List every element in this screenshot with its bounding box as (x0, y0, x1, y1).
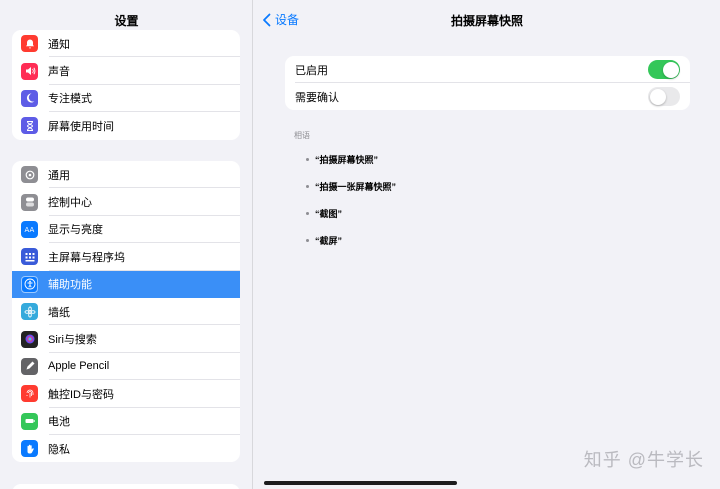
sidebar-item-general[interactable]: 通用 (12, 161, 240, 189)
moon-icon (21, 89, 38, 107)
sidebar-item-wallpaper[interactable]: 墙纸 (12, 298, 240, 326)
grid-icon (21, 248, 38, 266)
confirm-toggle[interactable] (648, 87, 680, 106)
sidebar-item-control-center[interactable]: 控制中心 (12, 188, 240, 217)
sidebar: 设置 通知 声音 专注模式 屏幕使用时间 通用 控制中心 AA 显示与亮度 主屏… (0, 0, 253, 489)
phrase-text: “截屏” (315, 236, 343, 246)
speaker-icon (21, 62, 38, 80)
phrases-header: 相语 (294, 131, 310, 140)
sidebar-item-label: 通用 (48, 169, 70, 182)
sidebar-item-label: 控制中心 (48, 197, 92, 210)
sidebar-item-label: 通知 (48, 38, 70, 51)
gear-icon (21, 166, 38, 184)
sidebar-item-label: 专注模式 (48, 93, 92, 106)
sidebar-item-home-screen[interactable]: 主屏幕与程序坞 (12, 243, 240, 271)
siri-icon (21, 330, 38, 348)
sidebar-title: 设置 (114, 14, 139, 28)
watermark: 知乎 @牛学长 (583, 450, 704, 470)
sidebar-item-label: Siri与搜索 (48, 334, 97, 347)
sidebar-item-label: 主屏幕与程序坞 (48, 251, 125, 264)
pencil-icon (21, 357, 38, 375)
phrase-text: “拍摄一张屏幕快照” (315, 182, 397, 192)
detail-pane: 设备 拍摄屏幕快照 已启用 需要确认 相语 “拍摄屏幕快照” “拍摄一张屏幕快照… (254, 0, 720, 489)
flower-icon (21, 303, 38, 321)
sidebar-item-display[interactable]: AA 显示与亮度 (12, 216, 240, 244)
settings-group-1: 通知 声音 专注模式 屏幕使用时间 (12, 30, 240, 140)
phrase-item: “截屏” (306, 234, 342, 247)
enabled-toggle[interactable] (648, 60, 680, 79)
bullet-icon (306, 239, 309, 242)
settings-group-2: 通用 控制中心 AA 显示与亮度 主屏幕与程序坞 辅助功能 墙纸 Siri与搜索… (12, 161, 240, 463)
battery-icon (21, 412, 38, 430)
toggle-knob (649, 88, 666, 105)
sidebar-item-focus[interactable]: 专注模式 (12, 85, 240, 113)
accessibility-icon (21, 275, 38, 293)
sidebar-item-label: 辅助功能 (48, 279, 92, 292)
sidebar-item-sounds[interactable]: 声音 (12, 57, 240, 86)
hand-icon (21, 440, 38, 458)
enabled-row: 已启用 (285, 56, 690, 83)
sidebar-item-label: 屏幕使用时间 (48, 120, 114, 133)
text-size-icon: AA (21, 220, 38, 238)
home-indicator[interactable] (264, 481, 457, 485)
sidebar-item-notifications[interactable]: 通知 (12, 30, 240, 58)
settings-card: 已启用 需要确认 (285, 56, 690, 110)
sidebar-item-label: 声音 (48, 66, 70, 79)
phrase-text: “拍摄屏幕快照” (315, 155, 379, 165)
sidebar-item-apple-pencil[interactable]: Apple Pencil (12, 353, 240, 381)
sidebar-item-label: 电池 (48, 416, 70, 429)
phrase-item: “拍摄屏幕快照” (306, 153, 378, 166)
sidebar-item-label: 触控ID与密码 (48, 388, 114, 401)
sidebar-item-siri[interactable]: Siri与搜索 (12, 325, 240, 354)
page-title: 拍摄屏幕快照 (450, 14, 523, 28)
svg-text:AA: AA (24, 226, 34, 234)
sidebar-item-privacy[interactable]: 隐私 (12, 435, 240, 462)
toggles-icon (21, 193, 38, 211)
sidebar-item-accessibility[interactable]: 辅助功能 (12, 270, 240, 298)
bullet-icon (306, 212, 309, 215)
bullet-icon (306, 158, 309, 161)
sidebar-item-label: 显示与亮度 (48, 224, 103, 237)
sidebar-item-label: Apple Pencil (48, 360, 110, 373)
confirm-row: 需要确认 (285, 83, 690, 110)
settings-group-3 (12, 484, 240, 489)
phrase-text: “截图” (315, 209, 343, 219)
bell-icon (21, 35, 38, 53)
enabled-label: 已启用 (295, 64, 328, 77)
sidebar-item-battery[interactable]: 电池 (12, 408, 240, 436)
fingerprint-icon (21, 385, 38, 403)
sidebar-item-screen-time[interactable]: 屏幕使用时间 (12, 112, 240, 139)
sidebar-item-touch-id[interactable]: 触控ID与密码 (12, 380, 240, 408)
hourglass-icon (21, 117, 38, 135)
phrase-item: “拍摄一张屏幕快照” (306, 180, 396, 193)
bullet-icon (306, 185, 309, 188)
toggle-knob (662, 61, 679, 78)
confirm-label: 需要确认 (295, 91, 339, 104)
phrase-item: “截图” (306, 207, 342, 220)
sidebar-item-label: 墙纸 (48, 306, 70, 319)
sidebar-item-label: 隐私 (48, 443, 70, 456)
